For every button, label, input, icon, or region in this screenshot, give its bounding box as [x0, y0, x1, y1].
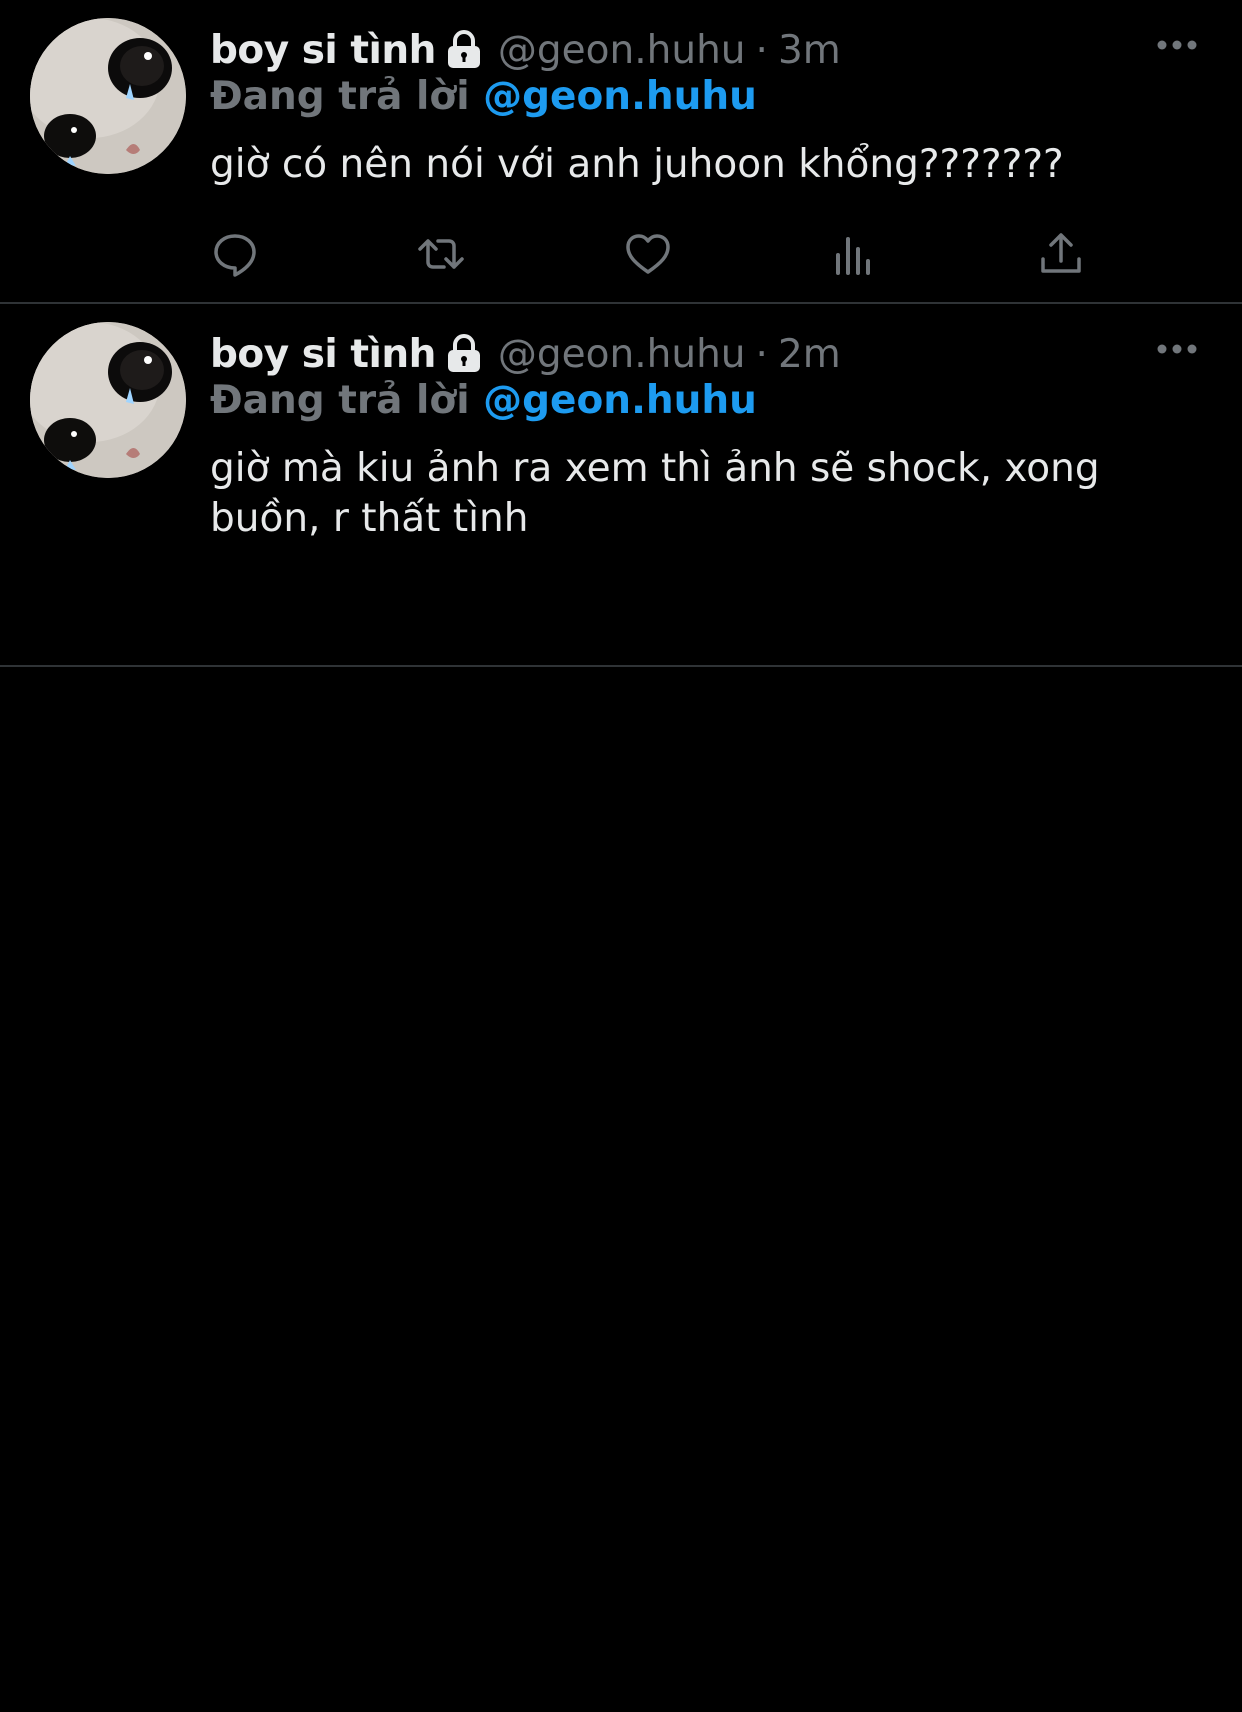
retweet-icon[interactable]: [416, 229, 466, 279]
tweet[interactable]: boy si tình @geon.huhu · 2m Đang trả lời…: [0, 304, 1242, 667]
lock-icon: [444, 334, 484, 374]
separator-dot: ·: [755, 331, 768, 377]
replying-to: Đang trả lời @geon.huhu: [210, 378, 757, 423]
more-options-icon[interactable]: [1156, 36, 1198, 50]
display-name[interactable]: boy si tình: [210, 332, 436, 377]
tweet-text: giờ có nên nói với anh juhoon khổng?????…: [210, 142, 1064, 187]
tweet[interactable]: boy si tình @geon.huhu · 3m Đang trả lời…: [0, 0, 1242, 304]
avatar[interactable]: [30, 18, 186, 174]
replying-to: Đang trả lời @geon.huhu: [210, 74, 757, 119]
tweet-timestamp[interactable]: 2m: [778, 332, 841, 377]
lock-icon: [444, 30, 484, 70]
tweet-text: giờ mà kiu ảnh ra xem thì ảnh sẽ shock, …: [210, 446, 1100, 541]
tweet-actions: [210, 229, 1130, 279]
user-handle[interactable]: @geon.huhu: [498, 332, 746, 377]
reply-icon[interactable]: [210, 229, 260, 279]
tweet-header: boy si tình @geon.huhu · 2m: [210, 328, 841, 380]
user-handle[interactable]: @geon.huhu: [498, 28, 746, 73]
tweet-header: boy si tình @geon.huhu · 3m: [210, 24, 841, 76]
tweet-feed: boy si tình @geon.huhu · 3m Đang trả lời…: [0, 0, 1242, 667]
reply-prefix: Đang trả lời: [210, 378, 470, 423]
tweet-actions: [210, 895, 1130, 945]
heart-icon[interactable]: [623, 229, 673, 279]
share-icon[interactable]: [1036, 229, 1086, 279]
reply-to-handle-link[interactable]: @geon.huhu: [483, 378, 757, 423]
avatar[interactable]: [30, 322, 186, 478]
display-name[interactable]: boy si tình: [210, 28, 436, 73]
reply-prefix: Đang trả lời: [210, 74, 470, 119]
views-chart-icon[interactable]: [829, 229, 879, 279]
more-options-icon[interactable]: [1156, 340, 1198, 354]
tweet-timestamp[interactable]: 3m: [778, 28, 841, 73]
separator-dot: ·: [755, 27, 768, 73]
reply-to-handle-link[interactable]: @geon.huhu: [483, 74, 757, 119]
